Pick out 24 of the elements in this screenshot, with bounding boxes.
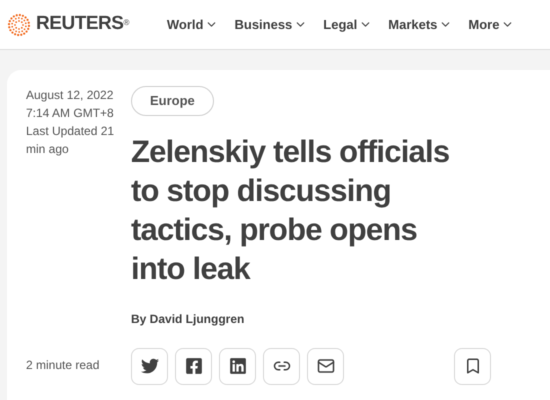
- nav-link[interactable]: More: [468, 14, 514, 34]
- logo-icon: [7, 12, 31, 36]
- envelope-icon: [316, 357, 334, 375]
- nav-link[interactable]: Business: [234, 14, 308, 34]
- share-button[interactable]: [175, 348, 212, 384]
- updated-text: Last Updated 21 min ago: [26, 123, 116, 158]
- byline: By David Ljunggren: [131, 310, 246, 328]
- f-letter-icon: [184, 357, 202, 375]
- read-time: 2 minute read: [26, 357, 100, 374]
- date-text: August 12, 2022: [26, 87, 114, 104]
- share-button[interactable]: [454, 348, 491, 384]
- brand-name: REUTERS$^{®}$: [36, 12, 129, 36]
- section-tag[interactable]: Europe: [131, 86, 214, 116]
- share-button[interactable]: [219, 348, 256, 384]
- nav-link[interactable]: Legal: [323, 14, 372, 34]
- bird-icon: [140, 357, 158, 375]
- headline: Zelenskiy tells officials to stop discussing tactics, probe opens into leak: [131, 132, 450, 288]
- share-button[interactable]: [307, 348, 344, 384]
- in-letter-icon: [228, 357, 246, 375]
- share-button[interactable]: [131, 348, 168, 384]
- time-text: 7:14 AM GMT+8: [26, 105, 115, 122]
- nav-link[interactable]: Markets: [388, 14, 452, 34]
- share-button[interactable]: [263, 348, 300, 384]
- nav-link[interactable]: World: [166, 14, 218, 34]
